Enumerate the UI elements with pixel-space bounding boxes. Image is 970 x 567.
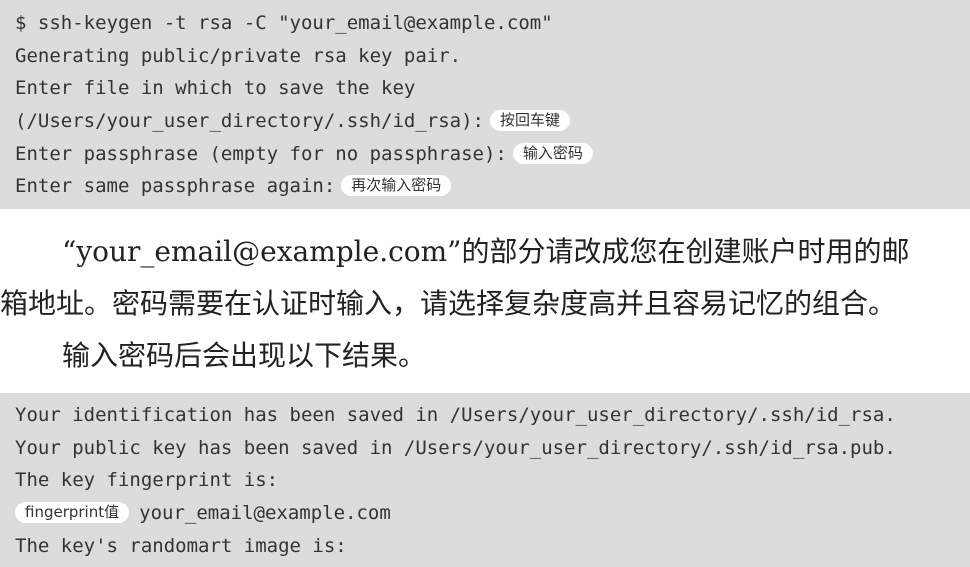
code-text-email: your_email@example.com [139, 502, 391, 525]
code-line-public-key-saved: Your public key has been saved in /Users… [15, 436, 896, 459]
prose-line-3: 输入密码后会出现以下结果。 [62, 339, 427, 372]
annotation-badge-input-password: 输入密码 [512, 142, 593, 164]
terminal-block-result: Your identification has been saved in /U… [0, 393, 970, 567]
annotation-badge-reenter-password: 再次输入密码 [341, 175, 452, 197]
code-line-fingerprint-value: fingerprint值 your_email@example.com [15, 497, 970, 530]
annotation-badge-press-enter: 按回车键 [490, 110, 571, 132]
annotation-badge-fingerprint: fingerprint值 [15, 502, 130, 524]
code-text-enter-passphrase: Enter passphrase (empty for no passphras… [15, 142, 507, 165]
code-line-generating: Generating public/private rsa key pair. [15, 44, 462, 67]
prose-line-2: 箱地址。密码需要在认证时输入，请选择复杂度高并且容易记忆的组合。 [0, 287, 897, 320]
code-text-file-path: (/Users/your_user_directory/.ssh/id_rsa)… [15, 110, 484, 133]
code-text-same-passphrase: Enter same passphrase again: [15, 175, 336, 198]
code-line-identification-saved: Your identification has been saved in /U… [15, 404, 896, 426]
code-line-same-passphrase: Enter same passphrase again: 再次输入密码 [15, 170, 970, 203]
prose-line-1: “your_email@example.com”的部分请改成您在创建账户时用的邮 [62, 235, 910, 268]
code-line-enter-passphrase: Enter passphrase (empty for no passphras… [15, 138, 970, 171]
explanation-paragraph: “your_email@example.com”的部分请改成您在创建账户时用的邮… [0, 226, 970, 382]
code-line-enter-file: Enter file in which to save the key [15, 77, 416, 100]
code-line-file-path: (/Users/your_user_directory/.ssh/id_rsa)… [15, 105, 970, 138]
terminal-block-keygen: $ ssh-keygen -t rsa -C "your_email@examp… [0, 0, 970, 209]
code-line-randomart: The key's randomart image is: [15, 534, 347, 557]
code-line-fingerprint-label: The key fingerprint is: [15, 469, 279, 492]
code-line-command: $ ssh-keygen -t rsa -C "your_email@examp… [15, 12, 553, 34]
